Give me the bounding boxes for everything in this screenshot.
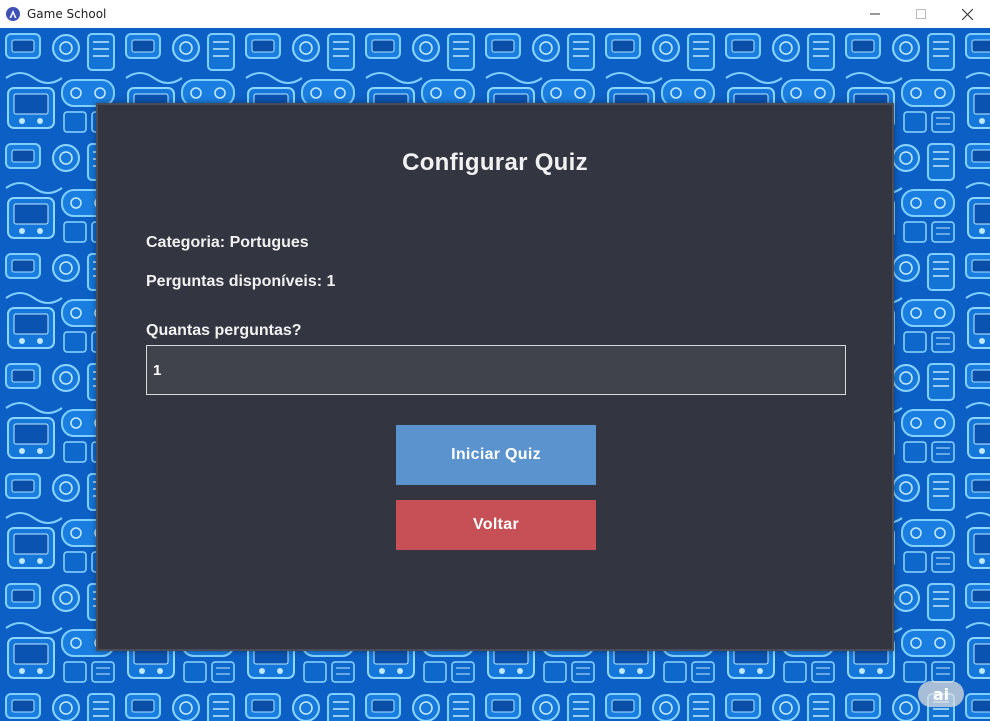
ai-watermark-badge: ai — [918, 681, 964, 707]
app-window: Game School Configurar Quiz Categoria: P… — [0, 0, 990, 721]
close-button[interactable] — [944, 0, 990, 28]
start-quiz-button[interactable]: Iniciar Quiz — [396, 425, 596, 485]
minimize-icon — [870, 13, 880, 15]
back-button[interactable]: Voltar — [396, 500, 596, 550]
minimize-button[interactable] — [852, 0, 898, 28]
page-title: Configurar Quiz — [402, 149, 588, 176]
question-count-label: Quantas perguntas? — [146, 322, 302, 339]
maximize-icon — [916, 9, 926, 19]
close-icon — [961, 8, 973, 20]
app-logo-icon — [6, 7, 20, 21]
window-title: Game School — [27, 7, 107, 21]
window-controls — [852, 0, 990, 28]
question-count-input[interactable] — [146, 345, 846, 395]
category-label: Categoria: Portugues — [146, 234, 309, 251]
quiz-config-panel: Configurar Quiz Categoria: Portugues Per… — [96, 103, 894, 651]
available-questions-label: Perguntas disponíveis: 1 — [146, 273, 336, 290]
maximize-button[interactable] — [898, 0, 944, 28]
title-bar: Game School — [0, 0, 990, 28]
